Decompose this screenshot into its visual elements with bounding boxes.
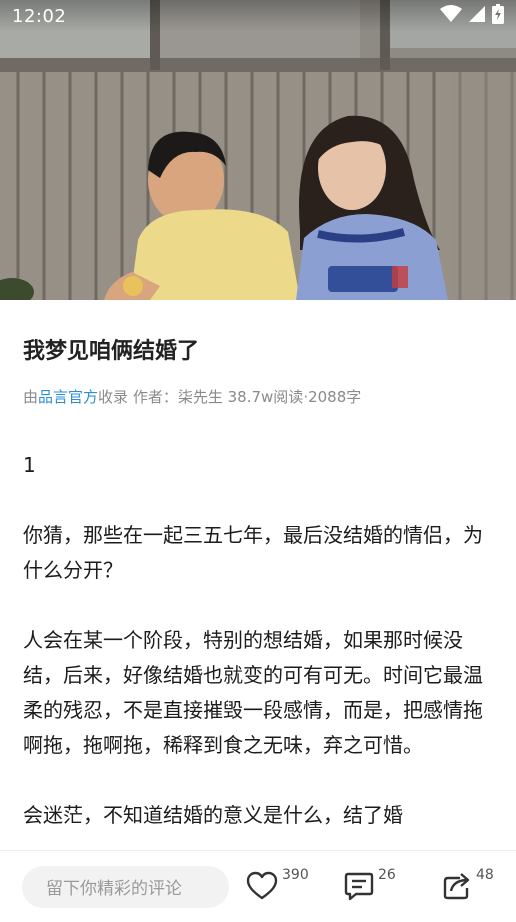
status-bar: 12:02 — [0, 0, 516, 32]
meta-prefix: 由 — [23, 388, 39, 406]
like-button[interactable]: 390 — [246, 867, 309, 905]
body-paragraph: 你猜，那些在一起三五七年，最后没结婚的情侣，为什么分开？ — [23, 523, 483, 582]
content-fade — [0, 826, 516, 850]
comment-count: 26 — [378, 867, 396, 883]
article-body: 1 你猜，那些在一起三五七年，最后没结婚的情侣，为什么分开？ 人会在某一个阶段，… — [23, 448, 493, 833]
share-icon — [440, 871, 472, 905]
bottom-action-bar: 留下你精彩的评论 390 26 48 — [0, 850, 516, 922]
comment-button[interactable]: 26 — [344, 867, 396, 905]
article-title: 我梦见咱俩结婚了 — [23, 339, 200, 364]
status-time: 12:02 — [12, 5, 67, 27]
share-count: 48 — [476, 867, 494, 883]
heart-icon — [246, 871, 278, 905]
article-meta: 由品言官方收录 作者：柒先生 38.7w阅读·2088字 — [23, 386, 493, 408]
meta-author-name: 柒先生 — [177, 388, 223, 406]
article: 我梦见咱俩结婚了 由品言官方收录 作者：柒先生 38.7w阅读·2088字 1 … — [0, 300, 516, 868]
collection-link[interactable]: 品言官方 — [38, 388, 98, 406]
wifi-icon — [440, 5, 462, 27]
meta-collected-label: 收录 — [98, 388, 129, 406]
meta-word-count: 2088字 — [308, 388, 362, 406]
header-photo — [0, 0, 516, 300]
meta-author-label: 作者： — [132, 388, 178, 406]
screen: 12:02 我梦见咱俩结婚了 由品言官方收录 作者：柒先生 38.7w阅读·20… — [0, 0, 516, 922]
signal-icon — [468, 5, 486, 27]
body-paragraph: 人会在某一个阶段，特别的想结婚，如果那时候没结，后来，好像结婚也就变的可有可无。… — [23, 628, 483, 757]
body-paragraph: 1 — [23, 453, 36, 477]
battery-charging-icon — [492, 4, 504, 28]
comment-icon — [344, 871, 374, 905]
like-count: 390 — [282, 867, 309, 883]
share-button[interactable]: 48 — [440, 867, 494, 905]
comment-input[interactable]: 留下你精彩的评论 — [22, 865, 229, 908]
meta-reads: 38.7w阅读 — [227, 388, 304, 406]
status-icons — [440, 4, 504, 28]
